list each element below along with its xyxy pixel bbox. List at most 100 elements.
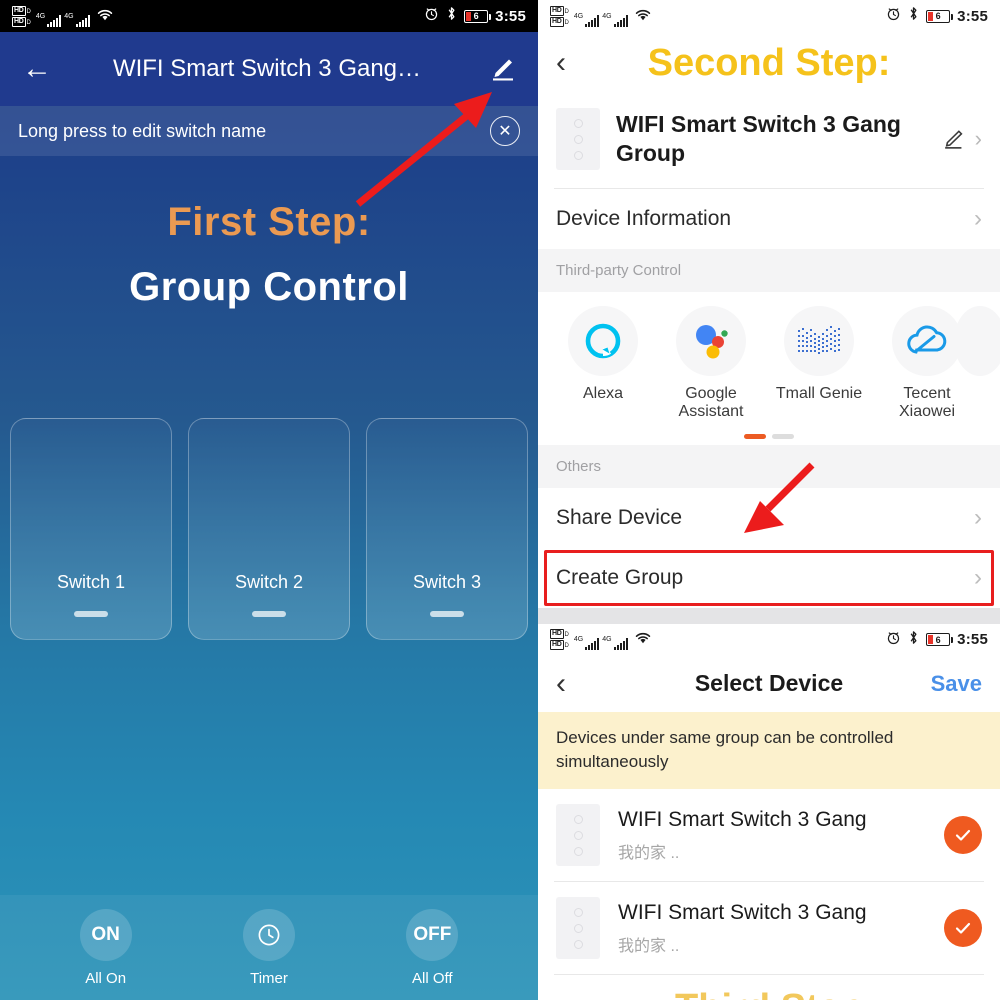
service-google-assistant[interactable]: Google Assistant (658, 306, 764, 422)
switch-card-label: Switch 1 (56, 572, 126, 592)
row-label: Device Information (556, 207, 732, 230)
device-list-item[interactable]: WIFI Smart Switch 3 Gang 我的家 .. (538, 789, 1000, 881)
status-bar-bottom: HD D HD D 4G 4G 6 3:55 (538, 623, 1000, 656)
third-step-annotation: Third Step (538, 975, 1000, 1000)
service-pager (538, 426, 1000, 445)
timer-button[interactable]: Timer (242, 908, 295, 987)
hd-sub-label-2: D (564, 19, 569, 26)
device-name: WIFI Smart Switch 3 Gang Group (616, 111, 901, 166)
alarm-icon (424, 6, 439, 26)
back-arrow-icon[interactable]: ← (22, 54, 58, 84)
device-summary-row[interactable]: WIFI Smart Switch 3 Gang Group › (538, 94, 1000, 188)
checked-icon[interactable] (944, 816, 982, 855)
hd-sub-label-2: D (564, 643, 569, 650)
close-icon[interactable]: ✕ (490, 116, 520, 146)
third-party-heading: Third-party Control (538, 249, 1000, 292)
switch-indicator (430, 611, 464, 617)
hd-icon: HD D HD D (550, 629, 569, 651)
row-share-device[interactable]: Share Device › (538, 488, 1000, 548)
device-edit-button[interactable]: › (939, 126, 982, 152)
device-thumbnail-icon (556, 804, 600, 867)
status-bar-right-icons: 6 3:55 (886, 6, 988, 26)
status-bar-left: HD D HD D 4G 4G 6 3:55 (0, 0, 538, 32)
save-button[interactable]: Save (931, 671, 982, 697)
status-bar-right-icons: 6 3:55 (424, 6, 526, 26)
battery-level: 6 (935, 11, 941, 21)
pager-dot[interactable] (772, 433, 794, 439)
signal-icon-1: 4G (35, 12, 62, 27)
service-label: Google Assistant (678, 385, 744, 421)
hd-sub-label: D (564, 8, 569, 15)
third-party-service-list: Alexa Google Assistant Tmall Genie Tecen… (538, 292, 1000, 426)
middle-app-header: ‹ Second Step: (538, 32, 1000, 94)
status-bar-left-icons: HD D HD D 4G 4G (550, 5, 652, 27)
all-off-button[interactable]: OFF All Off (406, 908, 459, 987)
clock-time: 3:55 (495, 7, 526, 25)
pencil-icon (493, 59, 513, 81)
hd-badge-label: HD (12, 5, 26, 16)
all-off-icon: OFF (406, 908, 459, 961)
network-label-2: 4G (602, 636, 612, 644)
device-list-item-name: WIFI Smart Switch 3 Gang (618, 807, 867, 831)
hd-sub-label: D (564, 632, 569, 639)
switch-card[interactable]: Switch 1 (10, 418, 172, 640)
edit-name-button[interactable] (476, 55, 516, 83)
hd-sub-label: D (26, 8, 31, 15)
switch-card[interactable]: Switch 3 (366, 418, 528, 640)
service-next-partial[interactable] (954, 306, 1000, 376)
switch-card[interactable]: Switch 2 (188, 418, 350, 640)
first-step-subtitle: Group Control (129, 265, 409, 309)
hd-badge-label: HD (550, 629, 564, 640)
all-on-icon: ON (79, 908, 132, 961)
row-create-group[interactable]: Create Group › (538, 548, 1000, 608)
hint-text: Long press to edit switch name (18, 120, 267, 141)
device-list-item-info: WIFI Smart Switch 3 Gang 我的家 .. (618, 901, 926, 956)
page-title: WIFI Smart Switch 3 Gang… (112, 55, 422, 82)
all-on-label: All On (85, 969, 127, 987)
service-alexa[interactable]: Alexa (550, 306, 656, 422)
network-label-2: 4G (602, 12, 612, 20)
pager-dot-active[interactable] (744, 433, 766, 439)
device-list-item-info: WIFI Smart Switch 3 Gang 我的家 .. (618, 808, 926, 863)
network-label-1: 4G (573, 636, 584, 644)
status-bar-left-icons: HD D HD D 4G 4G (12, 5, 114, 27)
device-thumbnail-icon (556, 108, 600, 170)
network-label-1: 4G (35, 12, 46, 20)
service-label: Alexa (582, 385, 624, 402)
screenshot-stage: HD D HD D 4G 4G 6 3:55 ← WIFI Smart Swit… (0, 0, 1000, 1000)
device-list-item[interactable]: WIFI Smart Switch 3 Gang 我的家 .. (538, 882, 1000, 974)
battery-level: 6 (473, 11, 479, 21)
signal-icon-2: 4G (602, 636, 628, 651)
google-assistant-icon (676, 306, 746, 376)
alexa-icon (568, 306, 638, 376)
bluetooth-icon (446, 6, 457, 26)
chevron-right-icon: › (974, 563, 982, 591)
tmall-genie-icon (784, 306, 854, 376)
network-label-1: 4G (573, 12, 584, 20)
service-tmall-genie[interactable]: Tmall Genie (766, 306, 872, 422)
hd-badge-label-2: HD (550, 16, 564, 27)
device-list-item-subtitle: 我的家 .. (618, 937, 680, 955)
notice-banner: Devices under same group can be controll… (538, 711, 1000, 790)
hd-icon: HD D HD D (550, 5, 569, 27)
status-bar-right-icons: 6 3:55 (886, 630, 988, 650)
hd-sub-label-2: D (26, 19, 31, 26)
checked-icon[interactable] (944, 909, 982, 948)
switch-card-list: Switch 1 Switch 2 Switch 3 (10, 418, 528, 640)
device-list-item-name: WIFI Smart Switch 3 Gang (618, 900, 867, 924)
clock-time: 3:55 (957, 631, 988, 649)
row-device-information[interactable]: Device Information › (538, 189, 1000, 249)
back-arrow-icon[interactable]: ‹ (556, 48, 566, 78)
alarm-icon (886, 6, 901, 26)
battery-level: 6 (935, 634, 941, 645)
timer-label: Timer (250, 969, 288, 987)
select-device-header: ‹ Select Device Save (538, 655, 1000, 712)
signal-icon-1: 4G (573, 636, 600, 651)
chevron-right-icon: › (974, 503, 982, 531)
network-label-2: 4G (64, 12, 74, 20)
create-group-container: Create Group › (538, 548, 1000, 608)
battery-icon: 6 (926, 9, 954, 23)
back-arrow-icon[interactable]: ‹ (556, 668, 566, 699)
all-on-button[interactable]: ON All On (79, 908, 132, 987)
alarm-icon (886, 630, 901, 650)
